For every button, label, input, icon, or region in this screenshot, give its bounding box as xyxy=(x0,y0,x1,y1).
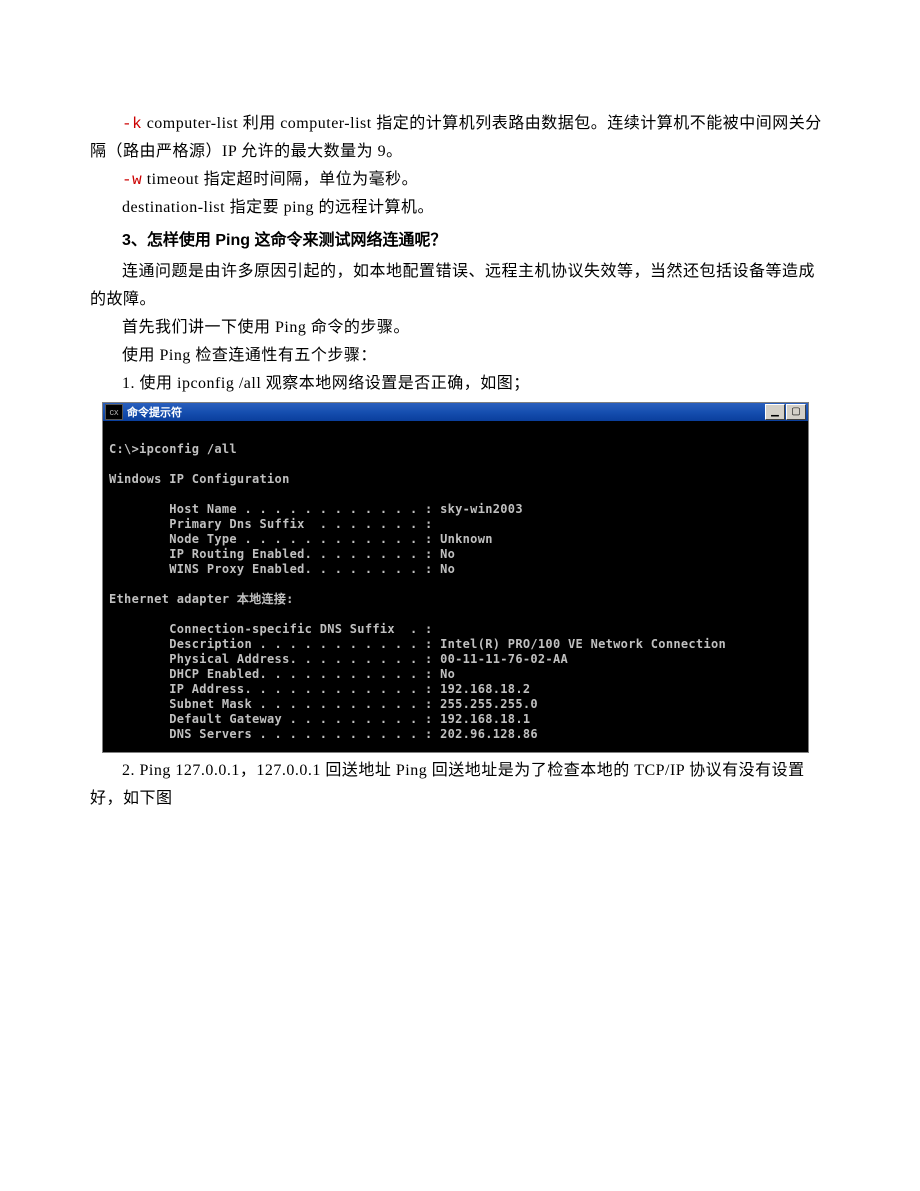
text-w: timeout 指定超时间隔，单位为毫秒。 xyxy=(142,171,418,188)
document-page: -k computer-list 利用 computer-list 指定的计算机… xyxy=(0,0,920,873)
paragraph-steps-intro: 首先我们讲一下使用 Ping 命令的步骤。 xyxy=(90,314,830,342)
paragraph-five-steps: 使用 Ping 检查连通性有五个步骤： xyxy=(90,342,830,370)
paragraph-intro: 连通问题是由许多原因引起的，如本地配置错误、远程主机协议失效等，当然还包括设备等… xyxy=(90,258,830,314)
paragraph-k-option: -k computer-list 利用 computer-list 指定的计算机… xyxy=(90,110,830,166)
minimize-button[interactable]: ▁ xyxy=(765,404,785,420)
window-buttons: ▁ ▢ xyxy=(765,404,806,420)
paragraph-destination: destination-list 指定要 ping 的远程计算机。 xyxy=(90,194,830,222)
command-prompt-window: cx 命令提示符 ▁ ▢ C:\>ipconfig /all Windows I… xyxy=(102,402,809,753)
text-k: computer-list 利用 computer-list 指定的计算机列表路… xyxy=(90,115,822,160)
flag-w: -w xyxy=(122,171,142,189)
maximize-button[interactable]: ▢ xyxy=(786,404,806,420)
paragraph-step2: 2. Ping 127.0.0.1，127.0.0.1 回送地址 Ping 回送… xyxy=(90,757,830,813)
window-title: 命令提示符 xyxy=(127,404,765,420)
window-titlebar: cx 命令提示符 ▁ ▢ xyxy=(103,403,808,421)
flag-k: -k xyxy=(122,115,142,133)
heading-3: 3、怎样使用 Ping 这命令来测试网络连通呢？ xyxy=(90,226,830,256)
cmd-icon: cx xyxy=(105,404,123,420)
terminal-output: C:\>ipconfig /all Windows IP Configurati… xyxy=(103,421,808,752)
paragraph-step1: 1. 使用 ipconfig /all 观察本地网络设置是否正确，如图； xyxy=(90,370,830,398)
paragraph-w-option: -w timeout 指定超时间隔，单位为毫秒。 xyxy=(90,166,830,194)
